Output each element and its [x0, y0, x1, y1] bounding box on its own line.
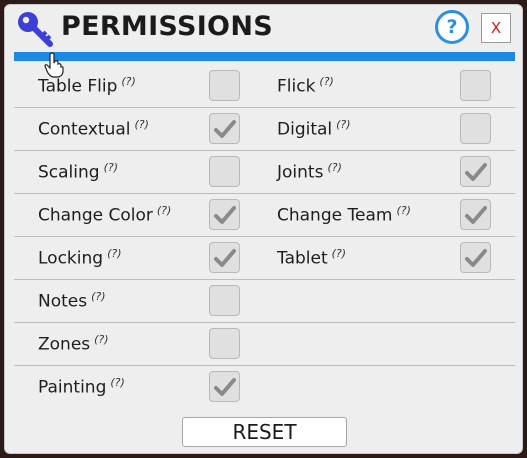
permission-help-hint[interactable]: (?) — [107, 247, 121, 260]
permission-help-hint[interactable]: (?) — [396, 204, 410, 217]
checkmark-icon — [465, 163, 487, 181]
permission-item: Joints (?) — [253, 151, 503, 193]
permission-name: Change Team — [277, 205, 393, 226]
checkmark-icon — [465, 249, 487, 267]
help-button[interactable]: ? — [435, 10, 469, 44]
permission-checkbox[interactable] — [460, 70, 491, 101]
permission-label: Painting (?) — [38, 376, 125, 398]
permission-row: Zones (?) — [14, 323, 515, 366]
permission-row: Scaling (?) Joints (?) — [14, 151, 515, 194]
permission-name: Contextual — [38, 119, 131, 140]
permission-row: Locking (?) Tablet (?) — [14, 237, 515, 280]
permission-name: Digital — [277, 119, 333, 140]
permission-checkbox[interactable] — [209, 371, 240, 402]
permission-label: Notes (?) — [38, 290, 106, 312]
permission-help-hint[interactable]: (?) — [94, 333, 108, 346]
close-button[interactable]: X — [481, 13, 511, 43]
permission-checkbox[interactable] — [460, 199, 491, 230]
permission-checkbox[interactable] — [209, 156, 240, 187]
checkmark-icon — [465, 206, 487, 224]
permission-row: Contextual (?) Digital (?) — [14, 108, 515, 151]
permission-item: Locking (?) — [14, 237, 264, 279]
header-divider-bar — [14, 52, 515, 61]
permission-name: Painting — [38, 377, 107, 398]
permission-label: Table Flip (?) — [38, 75, 136, 97]
permission-label: Joints (?) — [277, 161, 342, 183]
permission-help-hint[interactable]: (?) — [327, 161, 341, 174]
permission-row: Table Flip (?) Flick (?) — [14, 65, 515, 108]
permission-item: Change Team (?) — [253, 194, 503, 236]
permission-checkbox[interactable] — [209, 285, 240, 316]
permission-help-hint[interactable]: (?) — [157, 204, 171, 217]
permission-help-hint[interactable]: (?) — [135, 118, 149, 131]
checkmark-icon — [214, 378, 236, 396]
permission-label: Flick (?) — [277, 75, 334, 97]
close-icon: X — [490, 19, 502, 37]
permission-item: Notes (?) — [14, 280, 264, 322]
permission-item: Zones (?) — [14, 323, 264, 365]
permission-checkbox[interactable] — [460, 242, 491, 273]
permission-help-hint[interactable]: (?) — [332, 247, 346, 260]
permission-row: Notes (?) — [14, 280, 515, 323]
permissions-dialog: PERMISSIONS ? X Table Flip (?) Flick (?) Con… — [4, 4, 523, 454]
permission-checkbox[interactable] — [209, 113, 240, 144]
permission-label: Change Team (?) — [277, 204, 411, 226]
permission-checkbox[interactable] — [209, 328, 240, 359]
permission-label: Contextual (?) — [38, 118, 149, 140]
permission-checkbox[interactable] — [209, 199, 240, 230]
permission-row: Change Color (?) Change Team (?) — [14, 194, 515, 237]
hand-cursor-icon — [44, 52, 64, 78]
permission-help-hint[interactable]: (?) — [104, 161, 118, 174]
permission-help-hint[interactable]: (?) — [91, 290, 105, 303]
permission-row: Painting (?) — [14, 366, 515, 408]
permission-item: Change Color (?) — [14, 194, 264, 236]
permission-help-hint[interactable]: (?) — [336, 118, 350, 131]
dialog-header: PERMISSIONS ? X — [5, 5, 522, 51]
permission-label: Locking (?) — [38, 247, 121, 269]
reset-label: RESET — [232, 420, 297, 444]
key-icon — [18, 12, 53, 47]
permission-item: Digital (?) — [253, 108, 503, 150]
permission-item: Contextual (?) — [14, 108, 264, 150]
permission-help-hint[interactable]: (?) — [110, 376, 124, 389]
permission-label: Digital (?) — [277, 118, 351, 140]
help-icon: ? — [446, 16, 458, 38]
permission-item: Flick (?) — [253, 65, 503, 107]
permission-item: Painting (?) — [14, 366, 264, 408]
permission-help-hint[interactable]: (?) — [121, 75, 135, 88]
permission-name: Scaling — [38, 162, 100, 183]
checkmark-icon — [214, 120, 236, 138]
permissions-grid: Table Flip (?) Flick (?) Contextual (?) Digita… — [14, 65, 515, 408]
permission-item: Scaling (?) — [14, 151, 264, 193]
permission-checkbox[interactable] — [460, 113, 491, 144]
permission-name: Table Flip — [38, 76, 118, 97]
permission-help-hint[interactable]: (?) — [319, 75, 333, 88]
dialog-title: PERMISSIONS — [61, 11, 273, 42]
permission-item: Tablet (?) — [253, 237, 503, 279]
reset-button[interactable]: RESET — [182, 417, 347, 447]
permission-checkbox[interactable] — [209, 242, 240, 273]
permission-name: Change Color — [38, 205, 153, 226]
permission-label: Change Color (?) — [38, 204, 171, 226]
permission-name: Zones — [38, 334, 91, 355]
permission-name: Tablet — [277, 248, 328, 269]
permission-label: Tablet (?) — [277, 247, 346, 269]
permission-checkbox[interactable] — [460, 156, 491, 187]
permission-label: Zones (?) — [38, 333, 109, 355]
permission-label: Scaling (?) — [38, 161, 118, 183]
permission-name: Joints — [277, 162, 324, 183]
permission-name: Flick — [277, 76, 316, 97]
permission-name: Notes — [38, 291, 88, 312]
checkmark-icon — [214, 249, 236, 267]
permission-checkbox[interactable] — [209, 70, 240, 101]
checkmark-icon — [214, 206, 236, 224]
permission-name: Locking — [38, 248, 104, 269]
